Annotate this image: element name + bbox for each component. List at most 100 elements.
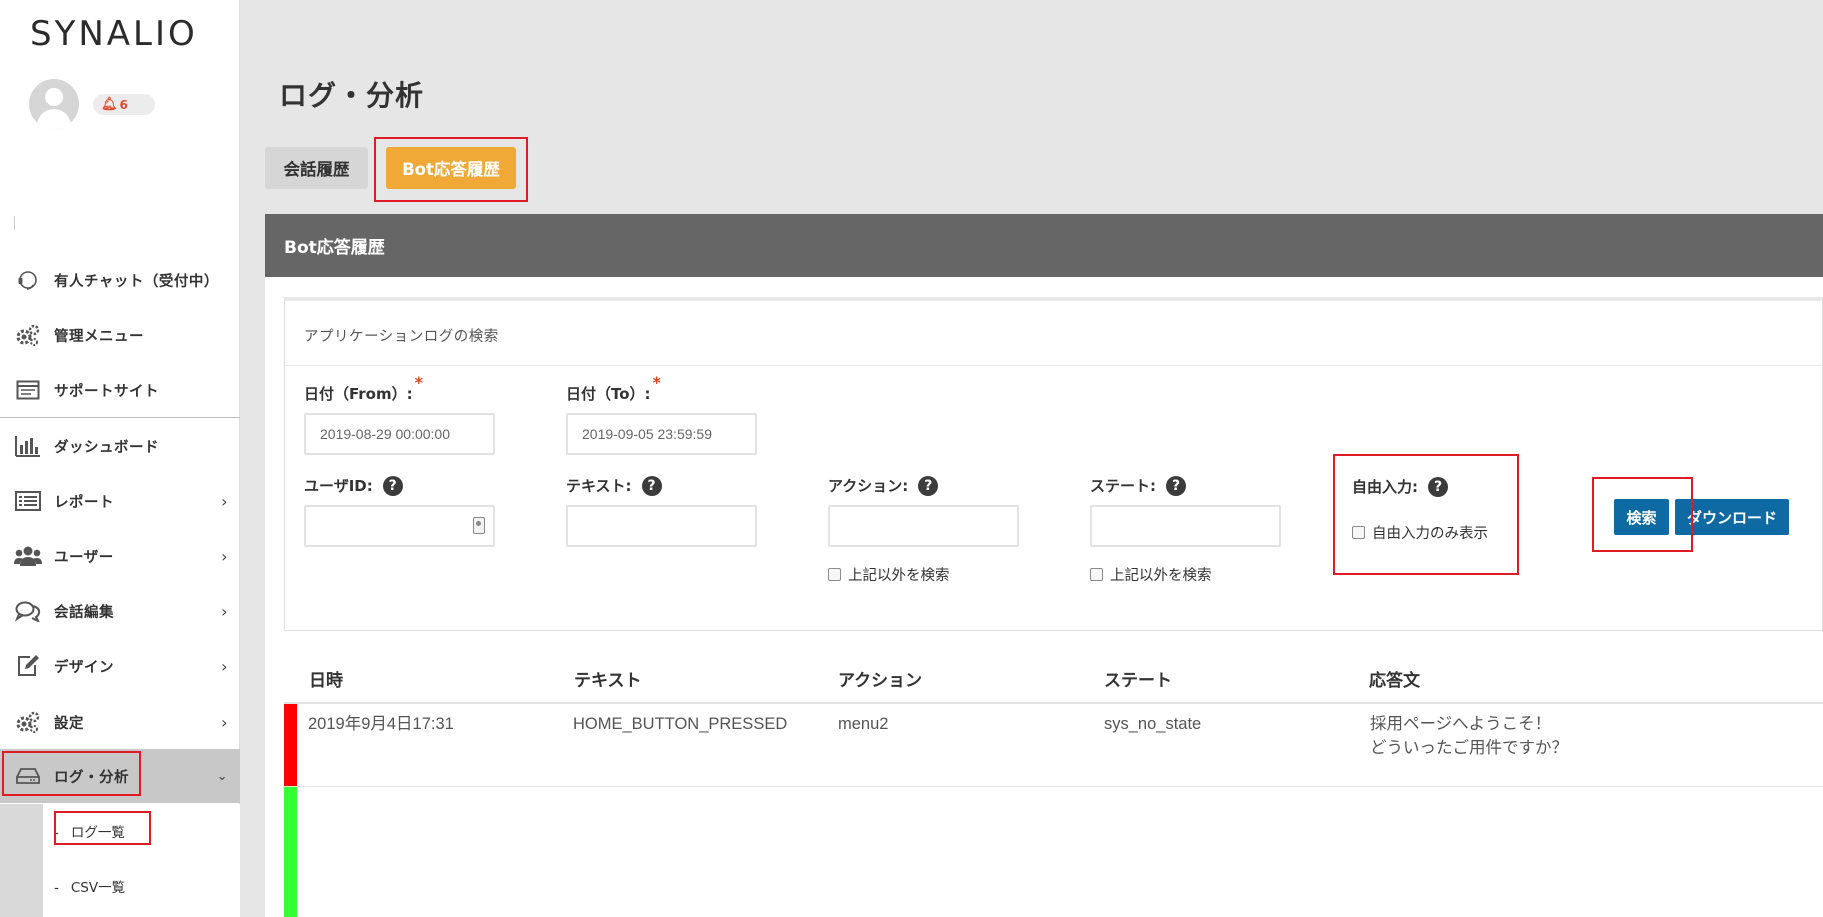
search-button[interactable]: 検索 [1614,499,1669,535]
tab-bot-response-history[interactable]: Bot応答履歴 [386,147,516,189]
state-exclude-checkbox[interactable]: 上記以外を検索 [1090,564,1212,585]
chevron-right-icon: › [221,601,228,621]
submenu-item-csv-list[interactable]: - CSV一覧 [54,876,125,896]
column-header-state[interactable]: ステート [1104,666,1172,691]
sidebar-item-label: 設定 [54,715,84,732]
sidebar-item-label: レポート [54,494,114,511]
contact-card-icon [473,517,485,534]
sidebar-item-support-site[interactable]: サポートサイト [0,363,240,417]
user-id-label: ユーザID:? [304,475,403,496]
cell-state: sys_no_state [1104,715,1202,733]
chevron-right-icon: › [221,712,228,732]
sidebar-item-admin-menu[interactable]: 管理メニュー [0,308,240,362]
tab-conversation-history[interactable]: 会話履歴 [265,147,368,189]
required-asterisk: * [652,373,661,392]
submenu-item-label: ログ一覧 [70,825,125,841]
cell-text: HOME_BUTTON_PRESSED [573,715,788,733]
text-label: テキスト:? [566,475,662,496]
log-analysis-submenu: - ログ一覧 - CSV一覧 [0,804,240,917]
row-status-indicator [284,704,297,786]
date-to-input[interactable]: 2019-09-05 23:59:59 [566,413,757,455]
browser-window-icon [14,376,42,404]
state-label: ステート:? [1090,475,1186,496]
action-input[interactable] [828,505,1019,547]
date-to-label: 日付（To）: * [566,373,661,403]
gears-icon [14,708,42,736]
submenu-item-log-list[interactable]: - ログ一覧 [54,821,125,841]
chat-bubbles-icon [14,597,42,625]
sidebar: SYNALIO 🔔︎ 6 有人チャット（受付中） 管理メニュー サポートサイト … [0,0,240,917]
table-header-divider [284,702,1823,704]
help-icon[interactable]: ? [1428,476,1448,497]
sidebar-item-label: 会話編集 [54,604,114,621]
panel-header: Bot応答履歴 [265,214,1823,277]
gears-icon [14,321,42,349]
sidebar-item-label: 有人チャット（受付中） [54,273,219,290]
help-icon[interactable]: ? [1166,475,1186,496]
column-header-datetime[interactable]: 日時 [309,666,343,691]
row-status-indicator [284,787,297,917]
notification-badge[interactable]: 🔔︎ 6 [93,94,155,115]
column-header-response[interactable]: 応答文 [1369,666,1420,691]
download-button[interactable]: ダウンロード [1675,499,1789,535]
list-icon [14,487,42,515]
checkbox[interactable] [1352,526,1365,539]
panel-title: Bot応答履歴 [284,238,385,258]
sidebar-item-label: デザイン [54,659,114,676]
action-label: アクション:? [828,475,939,496]
required-asterisk: * [414,373,423,392]
sidebar-item-label: ログ・分析 [54,769,129,786]
chevron-down-icon: ⌄ [216,768,228,784]
sidebar-item-report[interactable]: レポート › [0,474,240,528]
sidebar-item-label: ユーザー [54,549,114,566]
action-exclude-checkbox[interactable]: 上記以外を検索 [828,564,950,585]
help-icon[interactable]: ? [382,475,403,496]
free-input-only-checkbox[interactable]: 自由入力のみ表示 [1352,522,1488,543]
sidebar-item-conversation-edit[interactable]: 会話編集 › [0,584,240,638]
synalio-logo[interactable]: SYNALIO [30,14,198,54]
state-input[interactable] [1090,505,1281,547]
search-card: アプリケーションログの検索 [284,297,1823,631]
cell-datetime: 2019年9月4日17:31 [308,715,454,733]
free-input-label: 自由入力:? [1352,476,1448,497]
edit-icon [14,652,42,680]
bell-icon: 🔔︎ [101,97,118,112]
divider [14,216,15,230]
sidebar-item-label: サポートサイト [54,383,159,400]
checkbox[interactable] [828,568,841,581]
hard-drive-icon [14,762,42,790]
headset-icon [14,266,42,294]
table-row-divider [284,786,1823,787]
chevron-right-icon: › [221,656,228,676]
user-id-input[interactable] [304,505,495,547]
submenu-item-label: CSV一覧 [70,880,126,896]
search-card-title: アプリケーションログの検索 [304,329,499,345]
sidebar-item-settings[interactable]: 設定 › [0,695,240,749]
chevron-right-icon: › [221,491,228,511]
chevron-right-icon: › [221,546,228,566]
sidebar-item-label: ダッシュボード [54,439,159,456]
help-icon[interactable]: ? [641,475,662,496]
sidebar-item-users[interactable]: ユーザー › [0,529,240,583]
brand-name: SYNALIO [30,14,198,54]
date-from-label: 日付（From）: * [304,373,423,403]
sidebar-item-manned-chat[interactable]: 有人チャット（受付中） [0,253,240,307]
bar-chart-icon [14,432,42,460]
help-icon[interactable]: ? [918,475,939,496]
sidebar-item-log-analysis[interactable]: ログ・分析 ⌄ [0,749,240,803]
sidebar-item-label: 管理メニュー [54,328,144,345]
checkbox[interactable] [1090,568,1103,581]
text-input[interactable] [566,505,757,547]
avatar[interactable] [29,79,79,129]
sidebar-item-dashboard[interactable]: ダッシュボード [0,419,240,473]
column-header-action[interactable]: アクション [838,666,922,691]
cell-response: 採用ページへようこそ！ どういったご用件ですか？ [1370,715,1568,757]
cell-action: menu2 [838,715,889,733]
sidebar-item-design[interactable]: デザイン › [0,639,240,693]
notification-count: 6 [119,97,128,112]
nav-divider [0,417,240,418]
column-header-text[interactable]: テキスト [574,666,642,691]
date-from-input[interactable]: 2019-08-29 00:00:00 [304,413,495,455]
users-icon [14,542,42,570]
page-title: ログ・分析 [279,79,425,112]
